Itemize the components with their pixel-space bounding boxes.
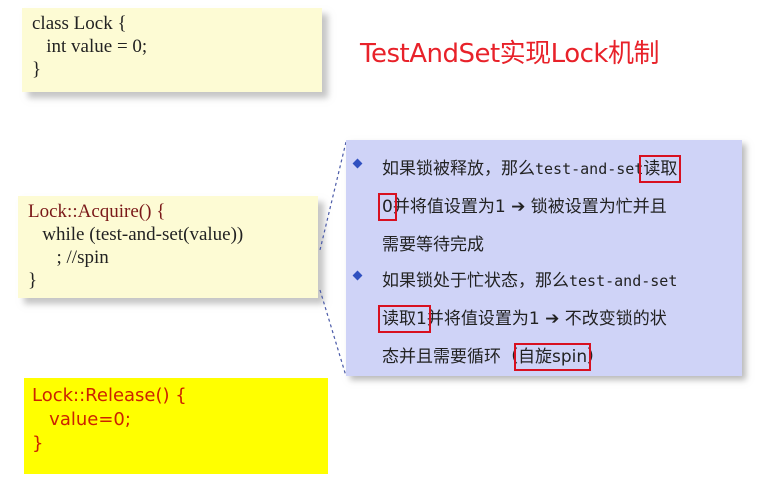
code-line: Lock::Acquire() {	[28, 201, 166, 222]
code-line: }	[32, 433, 44, 454]
diamond-bullet-icon	[352, 158, 363, 169]
highlight-box: 读取	[639, 155, 682, 183]
code-line: }	[32, 59, 42, 80]
diamond-bullet-icon	[352, 270, 363, 281]
explanation-panel: 如果锁被释放，那么test-and-set读取 0并将值设置为1 ➔ 锁被设置为…	[346, 140, 742, 376]
code-line: Lock::Release() {	[32, 385, 187, 406]
highlight-box: 0	[378, 193, 397, 221]
slide-title: TestAndSet实现Lock机制	[360, 39, 659, 69]
release-code-box: Lock::Release() { value=0; }	[24, 378, 328, 474]
lock-class-code-box: class Lock { int value = 0; }	[22, 8, 322, 92]
code-line: value=0;	[32, 409, 131, 430]
highlight-box: 自旋spin	[513, 343, 592, 371]
acquire-code-box: Lock::Acquire() { while (test-and-set(va…	[18, 196, 318, 298]
bullet-text: 如果锁被释放，那么test-and-set读取 0并将值设置为1 ➔ 锁被设置为…	[378, 155, 682, 255]
bullet-text: 如果锁处于忙状态，那么test-and-set 读取1并将值设置为1 ➔ 不改变…	[378, 271, 678, 371]
arrow-icon: ➔	[511, 197, 526, 217]
code-line: int value = 0;	[32, 36, 148, 57]
code-line: ; //spin	[28, 247, 109, 268]
callout-connector-lines	[319, 141, 347, 377]
code-line: }	[28, 270, 38, 291]
code-line: while (test-and-set(value))	[28, 224, 244, 245]
arrow-icon: ➔	[545, 309, 560, 329]
highlight-box: 读取1	[378, 305, 431, 333]
code-line: class Lock {	[32, 13, 127, 34]
